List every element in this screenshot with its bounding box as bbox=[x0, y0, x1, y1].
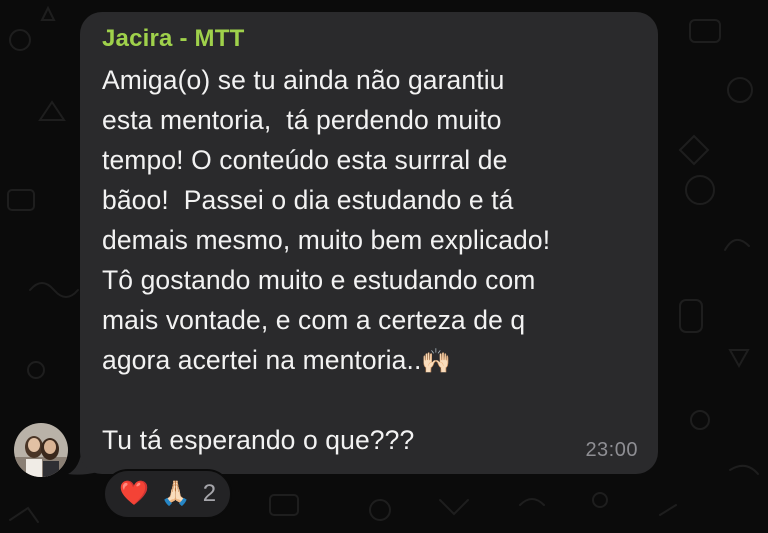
raising-hands-emoji: 🙌🏻 bbox=[421, 348, 452, 375]
message-line: esta mentoria, tá perdendo muito bbox=[102, 105, 502, 135]
message-line: agora acertei na mentoria.. bbox=[102, 345, 422, 375]
message-line: demais mesmo, muito bem explicado! bbox=[102, 225, 551, 255]
message-line: Tô gostando muito e estudando com bbox=[102, 265, 536, 295]
message-line: Tu tá esperando o que??? bbox=[102, 425, 415, 455]
message-line-blank bbox=[102, 380, 642, 420]
heart-reaction-icon[interactable]: ❤️ bbox=[119, 482, 149, 506]
message-line: mais vontade, e com a certeza de q bbox=[102, 305, 526, 335]
message-line: Amiga(o) se tu ainda não garantiu bbox=[102, 65, 505, 95]
sender-avatar[interactable] bbox=[14, 423, 68, 477]
avatar-photo-icon bbox=[14, 423, 68, 477]
sender-name[interactable]: Jacira - MTT bbox=[102, 25, 244, 53]
message-line: bãoo! Passei o dia estudando e tá bbox=[102, 185, 514, 215]
message-line: tempo! O conteúdo esta surrral de bbox=[102, 145, 508, 175]
message-timestamp: 23:00 bbox=[585, 439, 638, 461]
message-bubble[interactable]: Jacira - MTT Amiga(o) se tu ainda não ga… bbox=[80, 12, 658, 474]
reactions-bar[interactable]: ❤️ 🙏🏻 2 bbox=[103, 469, 233, 519]
reaction-count: 2 bbox=[202, 480, 217, 507]
praying-hands-reaction-icon[interactable]: 🙏🏻 bbox=[161, 482, 191, 506]
message-line-with-emoji: agora acertei na mentoria..🙌🏻 bbox=[102, 340, 642, 380]
message-text: Amiga(o) se tu ainda não garantiu esta m… bbox=[102, 60, 642, 460]
